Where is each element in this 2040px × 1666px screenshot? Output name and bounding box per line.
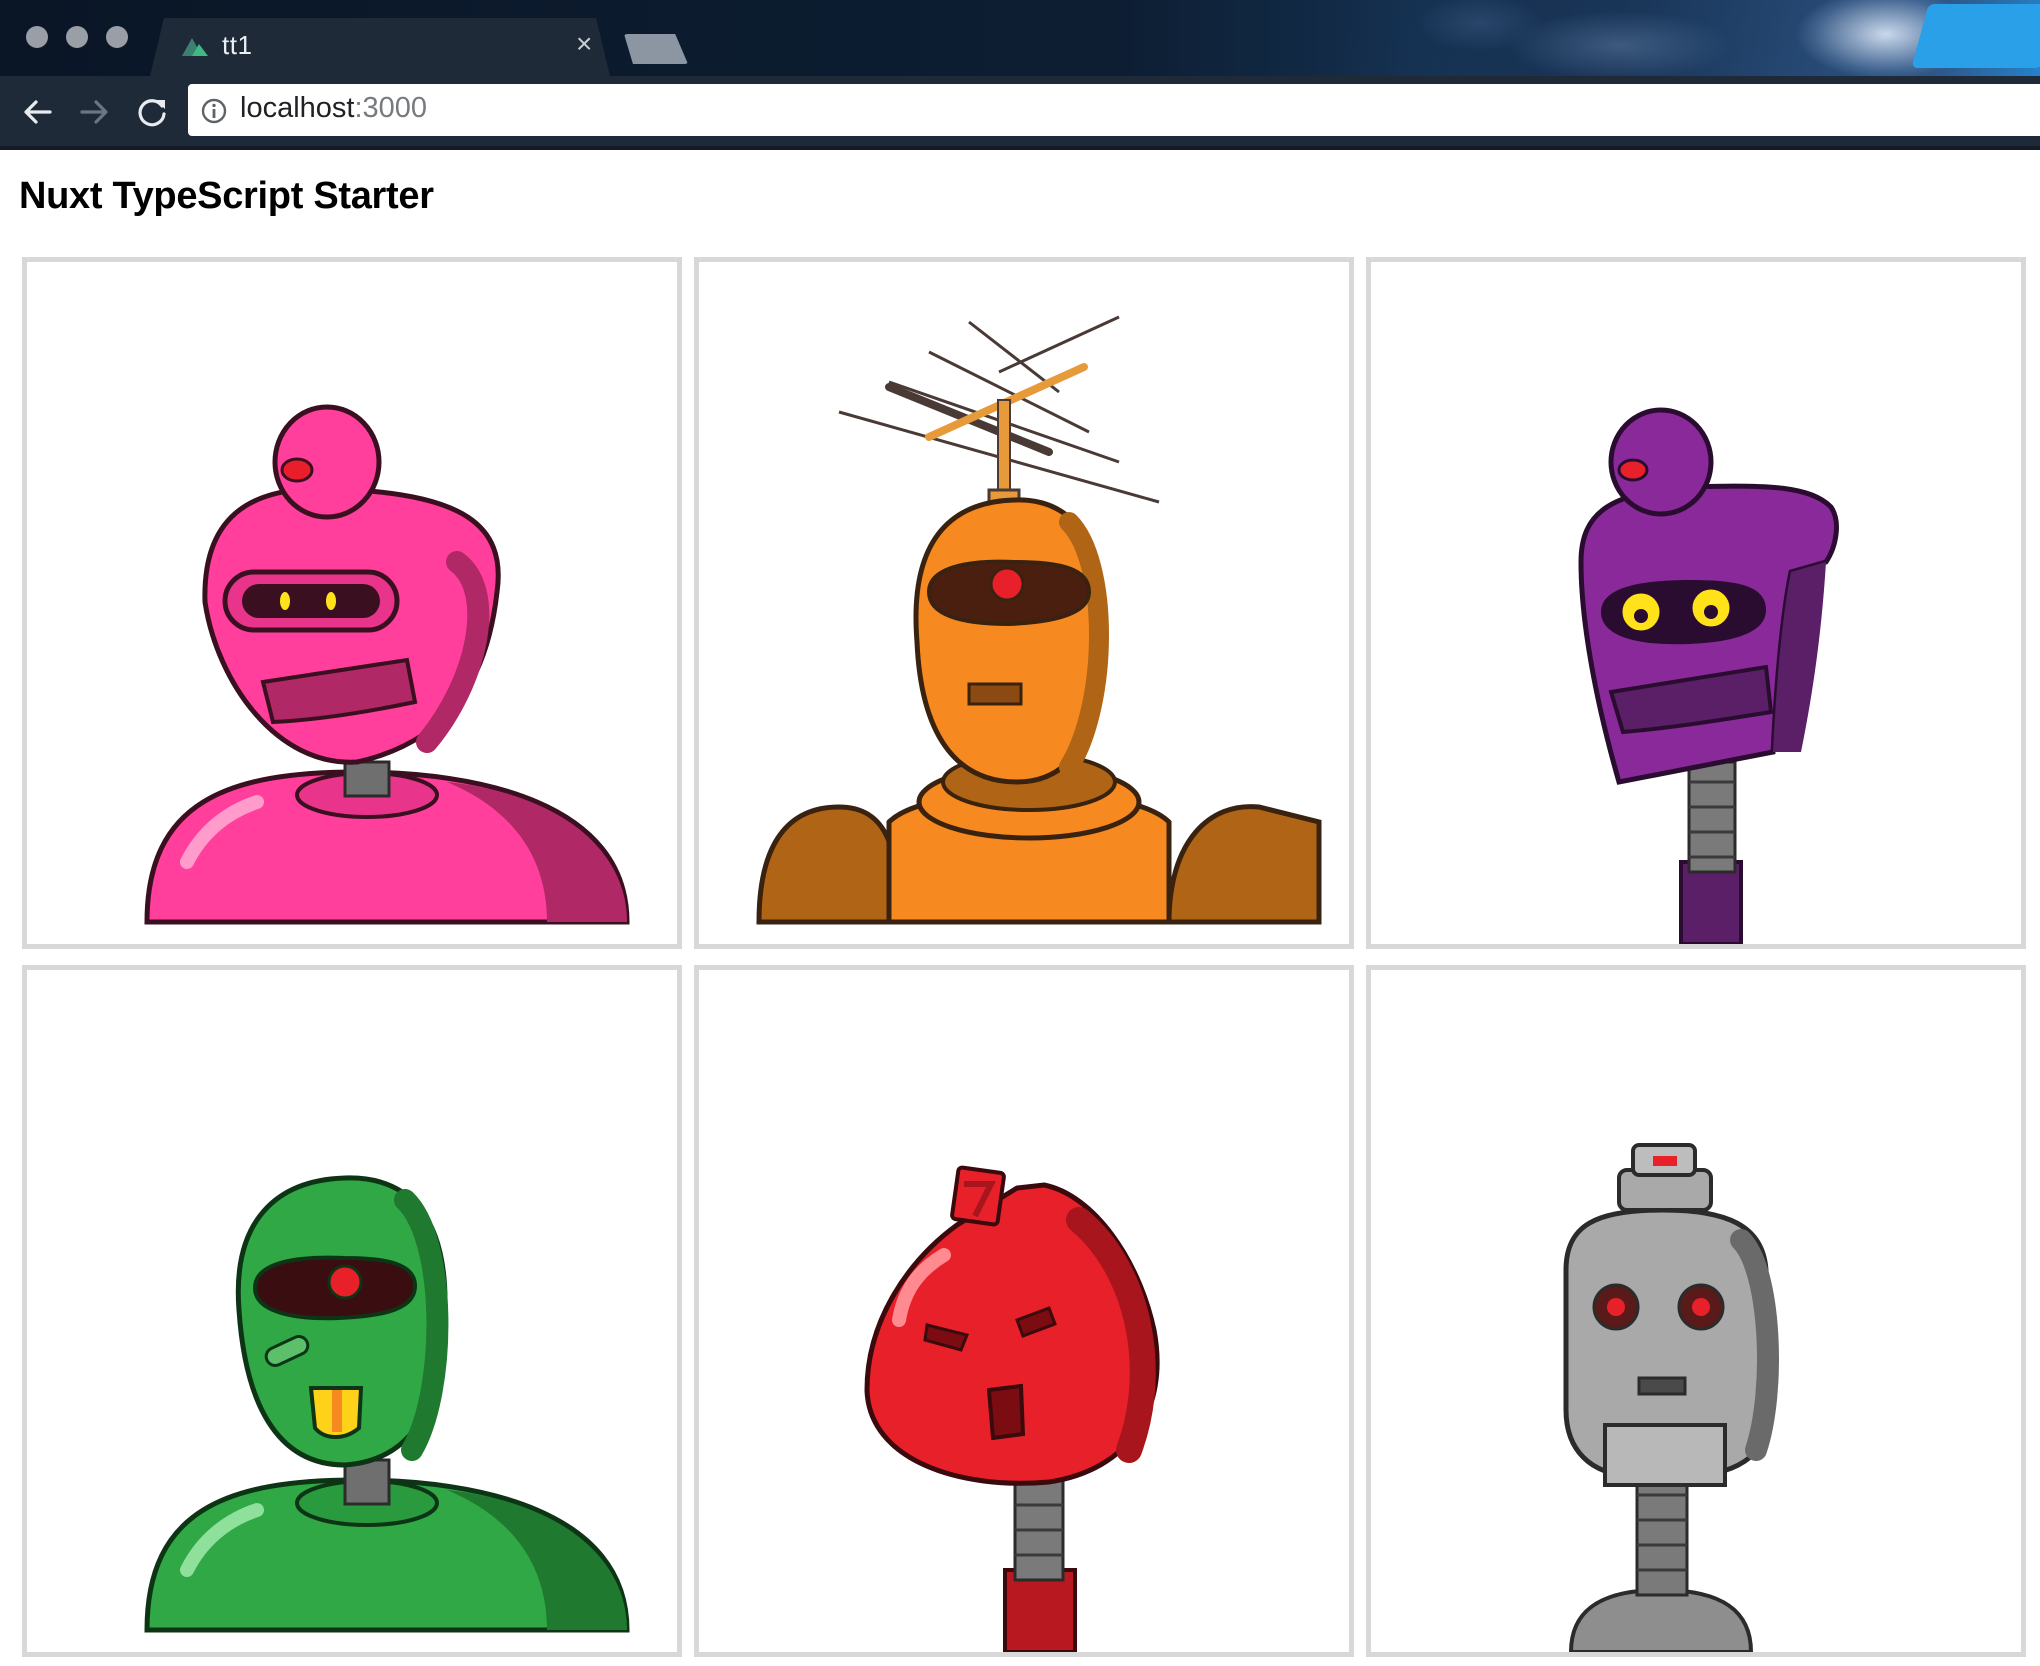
robot-card xyxy=(1366,965,2026,1657)
reload-icon[interactable] xyxy=(132,92,172,132)
robot-card xyxy=(22,257,682,949)
page-title: Nuxt TypeScript Starter xyxy=(19,175,434,217)
url-port: :3000 xyxy=(354,92,428,124)
address-url[interactable]: localhost:3000 xyxy=(240,92,427,125)
robot-card xyxy=(694,257,1354,949)
tab-active[interactable] xyxy=(150,18,610,76)
window-maximize-button[interactable] xyxy=(106,26,128,48)
back-arrow-icon[interactable] xyxy=(18,92,58,132)
robot-card xyxy=(22,965,682,1657)
address-bar[interactable] xyxy=(188,84,2040,136)
robot-card xyxy=(1366,257,2026,949)
red-robot-image xyxy=(864,1165,1160,1652)
theme-logo xyxy=(1911,4,2040,68)
green-robot-image xyxy=(144,1175,630,1633)
robot-grid xyxy=(22,257,2032,1657)
url-host: localhost xyxy=(240,92,355,124)
tab-title: tt1 xyxy=(222,30,253,60)
pink-robot-image xyxy=(144,404,630,925)
info-icon[interactable] xyxy=(200,97,228,125)
tab-close-icon[interactable]: × xyxy=(576,30,592,58)
orange-robot-image xyxy=(756,315,1322,925)
purple-robot-image xyxy=(1578,407,1839,944)
toolbar-border xyxy=(0,146,2040,150)
forward-arrow-icon[interactable] xyxy=(74,92,114,132)
robot-card xyxy=(694,965,1354,1657)
nuxt-logo-icon xyxy=(182,38,208,56)
gray-robot-image xyxy=(1563,1143,1779,1652)
window-minimize-button[interactable] xyxy=(66,26,88,48)
window-close-button[interactable] xyxy=(26,26,48,48)
